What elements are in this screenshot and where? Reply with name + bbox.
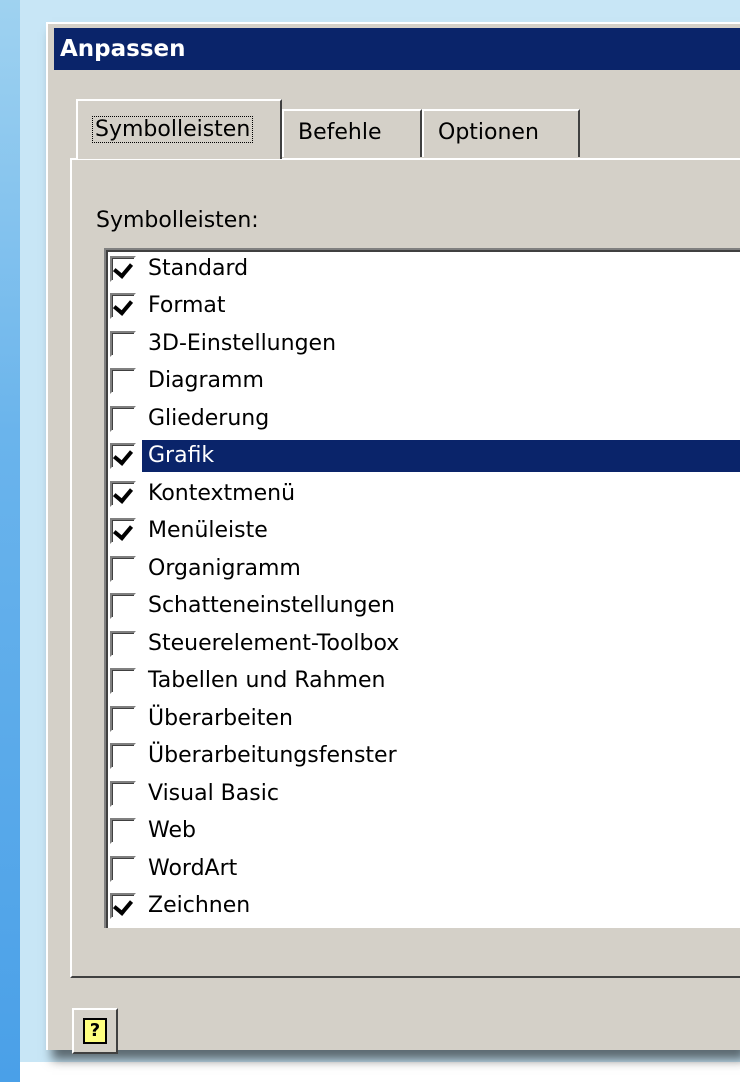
- tab-optionen[interactable]: Optionen: [422, 109, 580, 157]
- checkbox-unchecked[interactable]: [110, 780, 136, 807]
- help-icon: ?: [83, 1018, 107, 1044]
- toolbar-list-item[interactable]: Kontextmenü: [106, 475, 740, 513]
- checkbox-checked[interactable]: [110, 255, 136, 282]
- checkbox-unchecked[interactable]: [110, 818, 136, 845]
- toolbar-list-item[interactable]: Web: [106, 813, 740, 851]
- toolbar-list-item[interactable]: Zeichnen: [106, 888, 740, 926]
- toolbar-list-item[interactable]: 3D-Einstellungen: [106, 325, 740, 363]
- dialog-title: Anpassen: [60, 36, 186, 62]
- toolbar-item-label: Schatteneinstellungen: [148, 593, 395, 619]
- tab-befehle[interactable]: Befehle: [282, 109, 422, 157]
- toolbar-item-label: Kontextmenü: [148, 480, 296, 506]
- checkbox-unchecked[interactable]: [110, 705, 136, 732]
- checkbox-checked[interactable]: [110, 480, 136, 507]
- toolbar-list-item[interactable]: Tabellen und Rahmen: [106, 663, 740, 701]
- toolbar-item-label: Visual Basic: [148, 780, 279, 806]
- desktop-background-top: [20, 0, 740, 6]
- checkbox-unchecked[interactable]: [110, 330, 136, 357]
- toolbar-list-item[interactable]: Überarbeitungsfenster: [106, 738, 740, 776]
- checkbox-unchecked[interactable]: [110, 368, 136, 395]
- toolbar-item-label: Tabellen und Rahmen: [148, 668, 386, 694]
- toolbar-item-label: Grafik: [144, 440, 219, 473]
- checkbox-unchecked[interactable]: [110, 743, 136, 770]
- dialog-title-bar[interactable]: Anpassen: [54, 28, 740, 70]
- toolbar-item-label: Überarbeitungsfenster: [148, 743, 397, 769]
- checkbox-unchecked[interactable]: [110, 405, 136, 432]
- toolbar-list-item[interactable]: Steuerelement-Toolbox: [106, 625, 740, 663]
- toolbar-list-item[interactable]: Diagramm: [106, 363, 740, 401]
- desktop-background: [0, 0, 20, 1082]
- checkbox-unchecked[interactable]: [110, 668, 136, 695]
- toolbar-item-label: Organigramm: [148, 555, 301, 581]
- toolbar-item-label: Überarbeiten: [148, 705, 293, 731]
- toolbar-item-label: Zeichnen: [148, 893, 251, 919]
- toolbar-list-item[interactable]: Menüleiste: [106, 513, 740, 551]
- toolbar-item-label: Gliederung: [148, 405, 270, 431]
- help-button[interactable]: ?: [72, 1008, 118, 1054]
- checkbox-unchecked[interactable]: [110, 593, 136, 620]
- checkbox-checked[interactable]: [110, 443, 136, 470]
- checkbox-checked[interactable]: [110, 518, 136, 545]
- toolbar-list-item[interactable]: Grafik: [106, 437, 740, 475]
- tab-optionen-label: Optionen: [438, 120, 539, 145]
- toolbar-list-item[interactable]: Format: [106, 288, 740, 326]
- toolbar-list-item[interactable]: Überarbeiten: [106, 700, 740, 738]
- checkbox-unchecked[interactable]: [110, 855, 136, 882]
- toolbar-item-label: Diagramm: [148, 368, 264, 394]
- tab-befehle-label: Befehle: [298, 120, 382, 145]
- toolbar-item-label: Steuerelement-Toolbox: [148, 630, 400, 656]
- toolbar-list-item[interactable]: Organigramm: [106, 550, 740, 588]
- checkbox-checked[interactable]: [110, 293, 136, 320]
- toolbar-list-item[interactable]: Visual Basic: [106, 775, 740, 813]
- checkbox-unchecked[interactable]: [110, 630, 136, 657]
- tab-symbolleisten[interactable]: Symbolleisten: [76, 99, 282, 159]
- checkbox-checked[interactable]: [110, 893, 136, 920]
- toolbar-item-label: 3D-Einstellungen: [148, 330, 337, 356]
- toolbar-item-label: WordArt: [148, 855, 238, 881]
- toolbar-item-label: Standard: [148, 255, 249, 281]
- tab-symbolleisten-label: Symbolleisten: [92, 116, 254, 143]
- toolbar-list-item[interactable]: Gliederung: [106, 400, 740, 438]
- toolbar-list-item[interactable]: Standard: [106, 250, 740, 288]
- customize-dialog: Anpassen Symbolleisten Befehle Optionen …: [46, 22, 740, 1054]
- toolbar-list-item[interactable]: Schatteneinstellungen: [106, 588, 740, 626]
- toolbars-list-label: Symbolleisten:: [96, 208, 259, 233]
- toolbars-listbox[interactable]: Standard Format 3D-Einstellungen Diagramm Gl…: [104, 248, 740, 928]
- toolbar-item-label: Web: [148, 818, 196, 844]
- checkbox-unchecked[interactable]: [110, 555, 136, 582]
- toolbar-item-label: Menüleiste: [148, 518, 268, 544]
- tab-panel: Symbolleisten: Standard Format 3D-Einstell…: [70, 158, 740, 978]
- toolbar-item-label: Format: [148, 293, 226, 319]
- desktop-background-bottom: [20, 1062, 740, 1082]
- toolbar-list-item[interactable]: WordArt: [106, 850, 740, 888]
